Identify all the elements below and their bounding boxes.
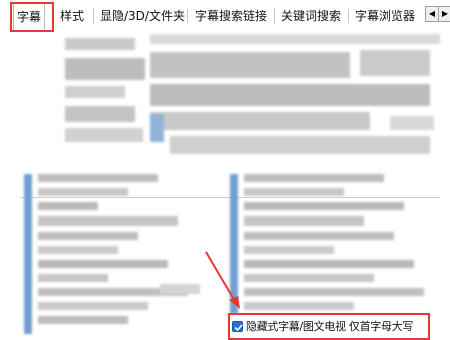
tab-content-panel: [0, 32, 450, 340]
checkmark-icon: [234, 323, 243, 331]
option-row[interactable]: 隐藏式字幕/图文电视 仅首字母大写: [232, 317, 428, 335]
tab-separator: [93, 9, 94, 23]
tab-bar: 字幕 样式 显隐/3D/文件夹 字幕搜索链接 关键词搜索 字幕浏览器 ◀ ▶: [0, 0, 450, 33]
option-label: 隐藏式字幕/图文电视 仅首字母大写: [246, 320, 414, 333]
tab-style[interactable]: 样式: [60, 5, 84, 27]
pixelated-list-left: [20, 172, 210, 340]
tab-subtitle-browser[interactable]: 字幕浏览器: [355, 5, 415, 27]
pixelated-list-right: [228, 172, 433, 320]
tab-subtitles[interactable]: 字幕: [13, 3, 46, 31]
tab-visibility-3d-folder[interactable]: 显隐/3D/文件夹: [100, 5, 185, 27]
chevron-left-icon[interactable]: ◀: [425, 6, 439, 22]
tab-subtitle-search-links[interactable]: 字幕搜索链接: [195, 5, 267, 27]
option-checkbox[interactable]: [232, 320, 243, 332]
pixelated-settings-area: [0, 32, 450, 167]
tab-separator: [187, 9, 188, 23]
chevron-right-icon[interactable]: ▶: [438, 6, 450, 22]
tab-separator: [348, 9, 349, 23]
tab-keyword-search[interactable]: 关键词搜索: [281, 5, 341, 27]
tab-separator: [274, 9, 275, 23]
